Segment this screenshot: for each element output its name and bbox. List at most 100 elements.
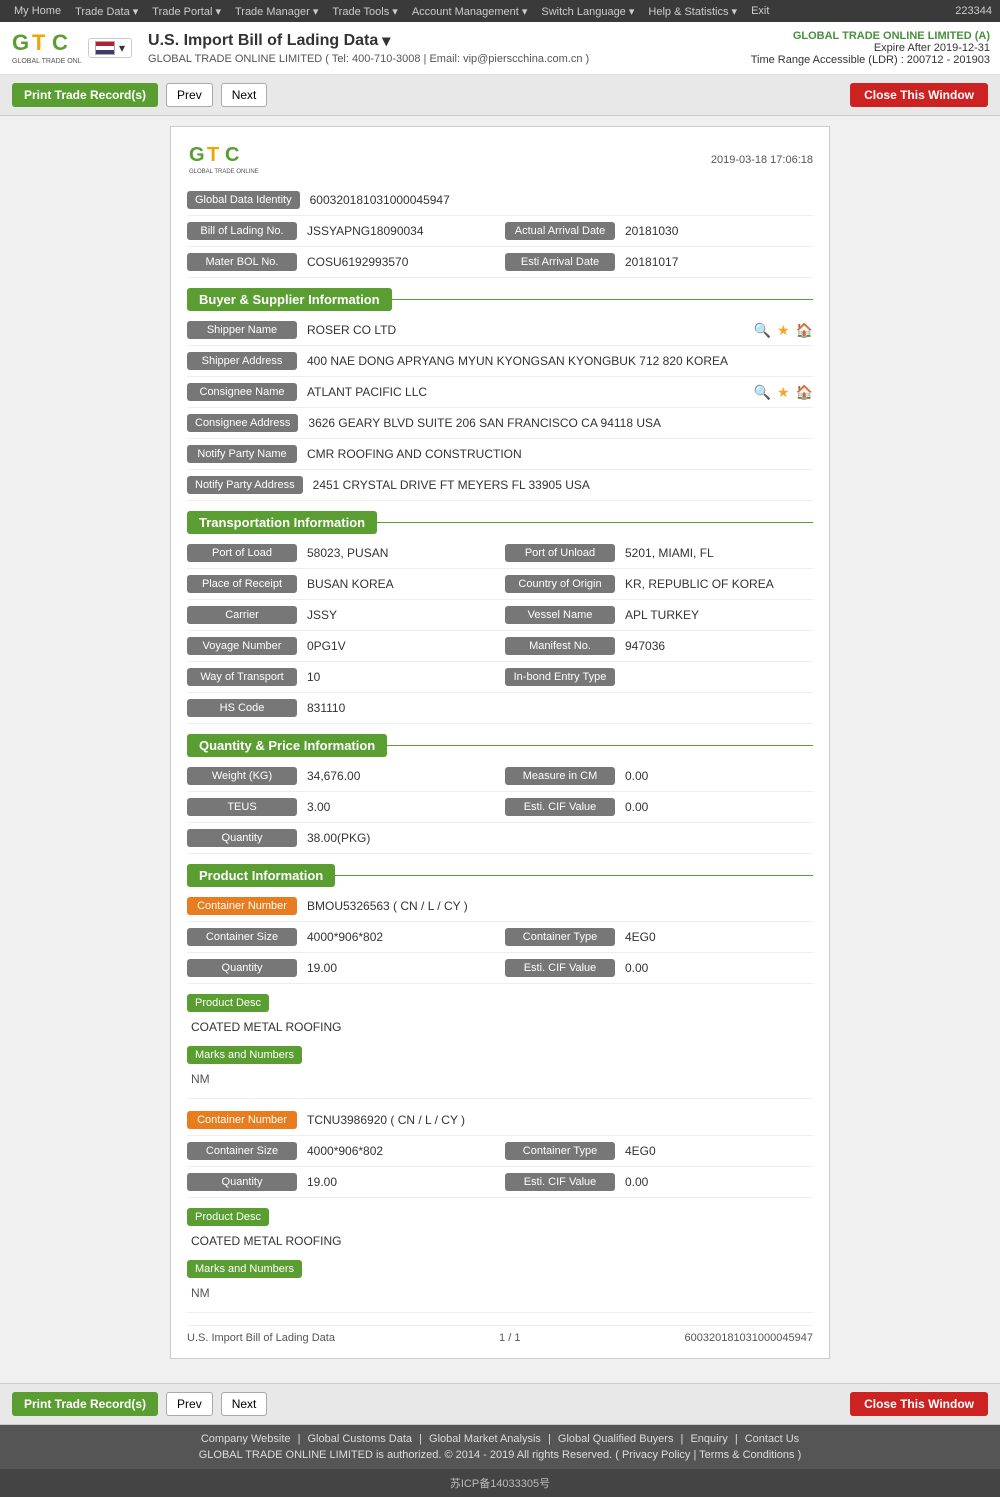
transportation-divider <box>377 522 813 523</box>
carrier-vessel-row: Carrier JSSY Vessel Name APL TURKEY <box>187 606 813 631</box>
measure-field: Measure in CM 0.00 <box>505 767 813 785</box>
svg-text:G: G <box>189 144 205 166</box>
print-button-bottom[interactable]: Print Trade Record(s) <box>12 1392 158 1416</box>
footer-icp: 苏ICP备14033305号 <box>0 1469 1000 1497</box>
bol-no-field: Bill of Lading No. JSSYAPNG18090034 <box>187 222 495 240</box>
consignee-search-icon[interactable]: 🔍 <box>754 384 771 401</box>
esti-arrival-field: Esti Arrival Date 20181017 <box>505 253 813 271</box>
carrier-field: Carrier JSSY <box>187 606 495 624</box>
voyage-number-field: Voyage Number 0PG1V <box>187 637 495 655</box>
print-button-top[interactable]: Print Trade Record(s) <box>12 83 158 107</box>
teus-label: TEUS <box>187 798 297 816</box>
container-qty-value-1: 19.00 <box>307 1175 495 1189</box>
nav-trade-manager[interactable]: Trade Manager ▾ <box>229 5 324 18</box>
consignee-star-icon[interactable]: ★ <box>777 384 790 401</box>
esti-cif-qp-label: Esti. CIF Value <box>505 798 615 816</box>
footer-sep-4: | <box>681 1433 687 1445</box>
way-of-transport-label: Way of Transport <box>187 668 297 686</box>
svg-text:T: T <box>32 30 46 55</box>
quantity-price-header: Quantity & Price Information <box>187 734 813 757</box>
us-flag-icon <box>95 41 115 55</box>
vessel-name-field: Vessel Name APL TURKEY <box>505 606 813 624</box>
shipper-search-icon[interactable]: 🔍 <box>754 322 771 339</box>
footer-link-contact[interactable]: Contact Us <box>745 1433 799 1445</box>
buyer-supplier-title: Buyer & Supplier Information <box>187 288 392 311</box>
icp-text: 苏ICP备14033305号 <box>450 1478 550 1490</box>
country-of-origin-value: KR, REPUBLIC OF KOREA <box>625 577 813 591</box>
product-info-section: Product Information Container Number BMO… <box>187 864 813 1344</box>
footer-link-company[interactable]: Company Website <box>201 1433 291 1445</box>
next-button-bottom[interactable]: Next <box>221 1392 268 1416</box>
footer-link-buyers[interactable]: Global Qualified Buyers <box>558 1433 674 1445</box>
quantity-value: 38.00(PKG) <box>307 831 813 845</box>
inbond-entry-label: In-bond Entry Type <box>505 668 615 686</box>
container-type-field-1: Container Type 4EG0 <box>505 1142 813 1160</box>
shipper-star-icon[interactable]: ★ <box>777 322 790 339</box>
nav-my-home[interactable]: My Home <box>8 5 67 18</box>
language-selector[interactable]: ▾ <box>88 38 132 58</box>
close-button-bottom[interactable]: Close This Window <box>850 1392 988 1416</box>
title-text: U.S. Import Bill of Lading Data <box>148 32 378 50</box>
notify-party-address-label: Notify Party Address <box>187 476 303 494</box>
weight-measure-row: Weight (KG) 34,676.00 Measure in CM 0.00 <box>187 767 813 792</box>
notify-party-name-row: Notify Party Name CMR ROOFING AND CONSTR… <box>187 445 813 470</box>
footer-right: 600320181031000045947 <box>685 1332 813 1344</box>
time-range: Time Range Accessible (LDR) : 200712 - 2… <box>751 54 990 66</box>
shipper-name-value: ROSER CO LTD <box>307 323 754 337</box>
container-size-value-1: 4000*906*802 <box>307 1144 495 1158</box>
bottom-toolbar: Print Trade Record(s) Prev Next Close Th… <box>0 1383 1000 1425</box>
voyage-manifest-row: Voyage Number 0PG1V Manifest No. 947036 <box>187 637 813 662</box>
footer-link-market[interactable]: Global Market Analysis <box>429 1433 541 1445</box>
shipper-address-label: Shipper Address <box>187 352 297 370</box>
shipper-name-label: Shipper Name <box>187 321 297 339</box>
product-desc-label-1: Product Desc <box>187 1208 269 1226</box>
container-number-row-0: Container Number BMOU5326563 ( CN / L / … <box>187 897 813 922</box>
footer-link-enquiry[interactable]: Enquiry <box>690 1433 727 1445</box>
actual-arrival-value: 20181030 <box>625 224 813 238</box>
nav-trade-tools[interactable]: Trade Tools ▾ <box>326 5 403 18</box>
container-cif-label-0: Esti. CIF Value <box>505 959 615 977</box>
record-logo: G T C GLOBAL TRADE ONLINE LIMITED <box>187 141 259 179</box>
title-dropdown-icon[interactable]: ▾ <box>382 31 390 51</box>
next-button-top[interactable]: Next <box>221 83 268 107</box>
nav-exit[interactable]: Exit <box>745 5 775 18</box>
notify-party-address-row: Notify Party Address 2451 CRYSTAL DRIVE … <box>187 476 813 501</box>
vessel-name-value: APL TURKEY <box>625 608 813 622</box>
prev-button-top[interactable]: Prev <box>166 83 213 107</box>
company-name: GLOBAL TRADE ONLINE LIMITED (A) <box>751 30 990 42</box>
close-button-top[interactable]: Close This Window <box>850 83 988 107</box>
nav-links: My Home Trade Data ▾ Trade Portal ▾ Trad… <box>8 5 775 18</box>
product-desc-value-1: COATED METAL ROOFING <box>187 1230 813 1252</box>
footer-sep-1: | <box>298 1433 304 1445</box>
prev-button-bottom[interactable]: Prev <box>166 1392 213 1416</box>
record-date: 2019-03-18 17:06:18 <box>711 154 813 166</box>
nav-trade-portal[interactable]: Trade Portal ▾ <box>146 5 227 18</box>
product-desc-area-0: Product Desc COATED METAL ROOFING <box>187 990 813 1038</box>
container-size-field-0: Container Size 4000*906*802 <box>187 928 495 946</box>
svg-text:GLOBAL TRADE ONLINE LIMITED: GLOBAL TRADE ONLINE LIMITED <box>189 169 259 175</box>
buyer-supplier-divider <box>392 299 813 300</box>
container-qty-label-1: Quantity <box>187 1173 297 1191</box>
consignee-home-icon[interactable]: 🏠 <box>796 384 813 401</box>
site-footer: Company Website | Global Customs Data | … <box>0 1425 1000 1469</box>
footer-sep-2: | <box>419 1433 425 1445</box>
shipper-home-icon[interactable]: 🏠 <box>796 322 813 339</box>
quantity-label: Quantity <box>187 829 297 847</box>
footer-link-customs[interactable]: Global Customs Data <box>308 1433 413 1445</box>
mater-bol-value: COSU6192993570 <box>307 255 495 269</box>
container-size-label-0: Container Size <box>187 928 297 946</box>
nav-account-management[interactable]: Account Management ▾ <box>406 5 534 18</box>
container-size-field-1: Container Size 4000*906*802 <box>187 1142 495 1160</box>
teus-field: TEUS 3.00 <box>187 798 495 816</box>
main-content: G T C GLOBAL TRADE ONLINE LIMITED 2019-0… <box>0 116 1000 1383</box>
transport-inbond-row: Way of Transport 10 In-bond Entry Type <box>187 668 813 693</box>
transportation-title: Transportation Information <box>187 511 377 534</box>
shipper-name-row: Shipper Name ROSER CO LTD 🔍 ★ 🏠 <box>187 321 813 346</box>
nav-trade-data[interactable]: Trade Data ▾ <box>69 5 144 18</box>
consignee-address-value: 3626 GEARY BLVD SUITE 206 SAN FRANCISCO … <box>308 416 813 430</box>
nav-help-statistics[interactable]: Help & Statistics ▾ <box>642 5 743 18</box>
record-gtc-logo: G T C GLOBAL TRADE ONLINE LIMITED <box>187 141 259 179</box>
marks-area-1: Marks and Numbers NM <box>187 1256 813 1304</box>
nav-switch-language[interactable]: Switch Language ▾ <box>535 5 640 18</box>
container-type-value-1: 4EG0 <box>625 1144 813 1158</box>
